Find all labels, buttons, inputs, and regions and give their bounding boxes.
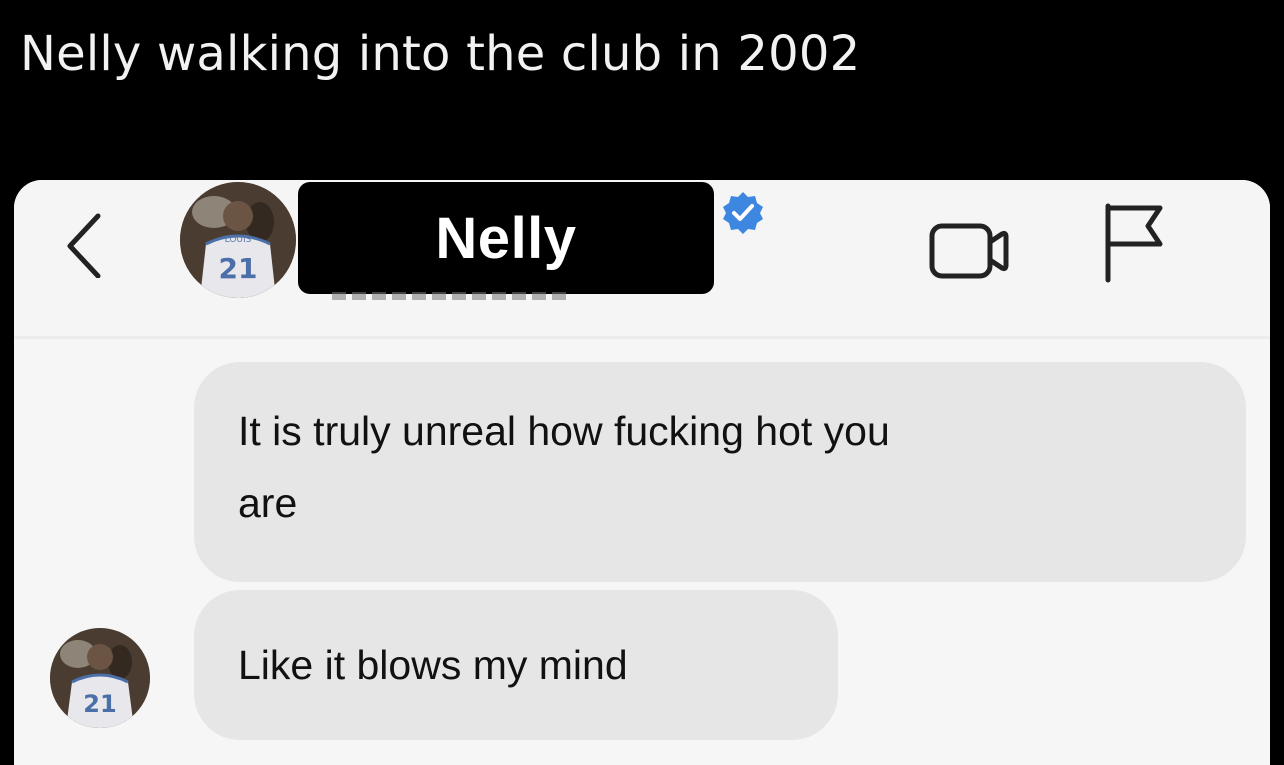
video-camera-icon — [929, 223, 1009, 279]
meme-page: Nelly walking into the club in 2002 LOUI… — [0, 0, 1284, 765]
verified-check-icon — [723, 192, 763, 234]
message-text-line: Like it blows my mind — [238, 642, 628, 688]
avatar-photo: LOUIS 21 — [180, 182, 296, 298]
message-text-line: It is truly unreal how fucking hot you — [238, 408, 890, 454]
flag-icon — [1105, 203, 1163, 283]
message-bubble[interactable]: It is truly unreal how fucking hot you a… — [194, 362, 1246, 582]
contact-name-box[interactable]: Nelly — [298, 182, 714, 294]
back-button[interactable] — [60, 208, 110, 279]
message-text-line: are — [238, 480, 298, 526]
header-divider — [14, 336, 1270, 339]
contact-name: Nelly — [435, 205, 577, 271]
sender-avatar[interactable]: 21 — [50, 628, 150, 728]
jersey-number: 21 — [83, 690, 116, 718]
jersey-number: 21 — [219, 252, 258, 285]
message-bubble[interactable]: Like it blows my mind — [194, 590, 838, 740]
report-button[interactable] — [1098, 200, 1168, 284]
avatar-photo: 21 — [50, 628, 150, 728]
contact-avatar[interactable]: LOUIS 21 — [180, 182, 296, 298]
redacted-username-remnant — [332, 292, 572, 300]
verified-badge — [720, 190, 766, 236]
svg-text:LOUIS: LOUIS — [225, 235, 252, 245]
meme-caption: Nelly walking into the club in 2002 — [20, 26, 861, 82]
video-call-button[interactable] — [926, 220, 1016, 282]
chat-header: LOUIS 21 Nelly — [14, 180, 1270, 338]
chevron-left-icon — [67, 213, 101, 279]
chat-screenshot: LOUIS 21 Nelly It is truly unreal how fu… — [14, 180, 1270, 765]
